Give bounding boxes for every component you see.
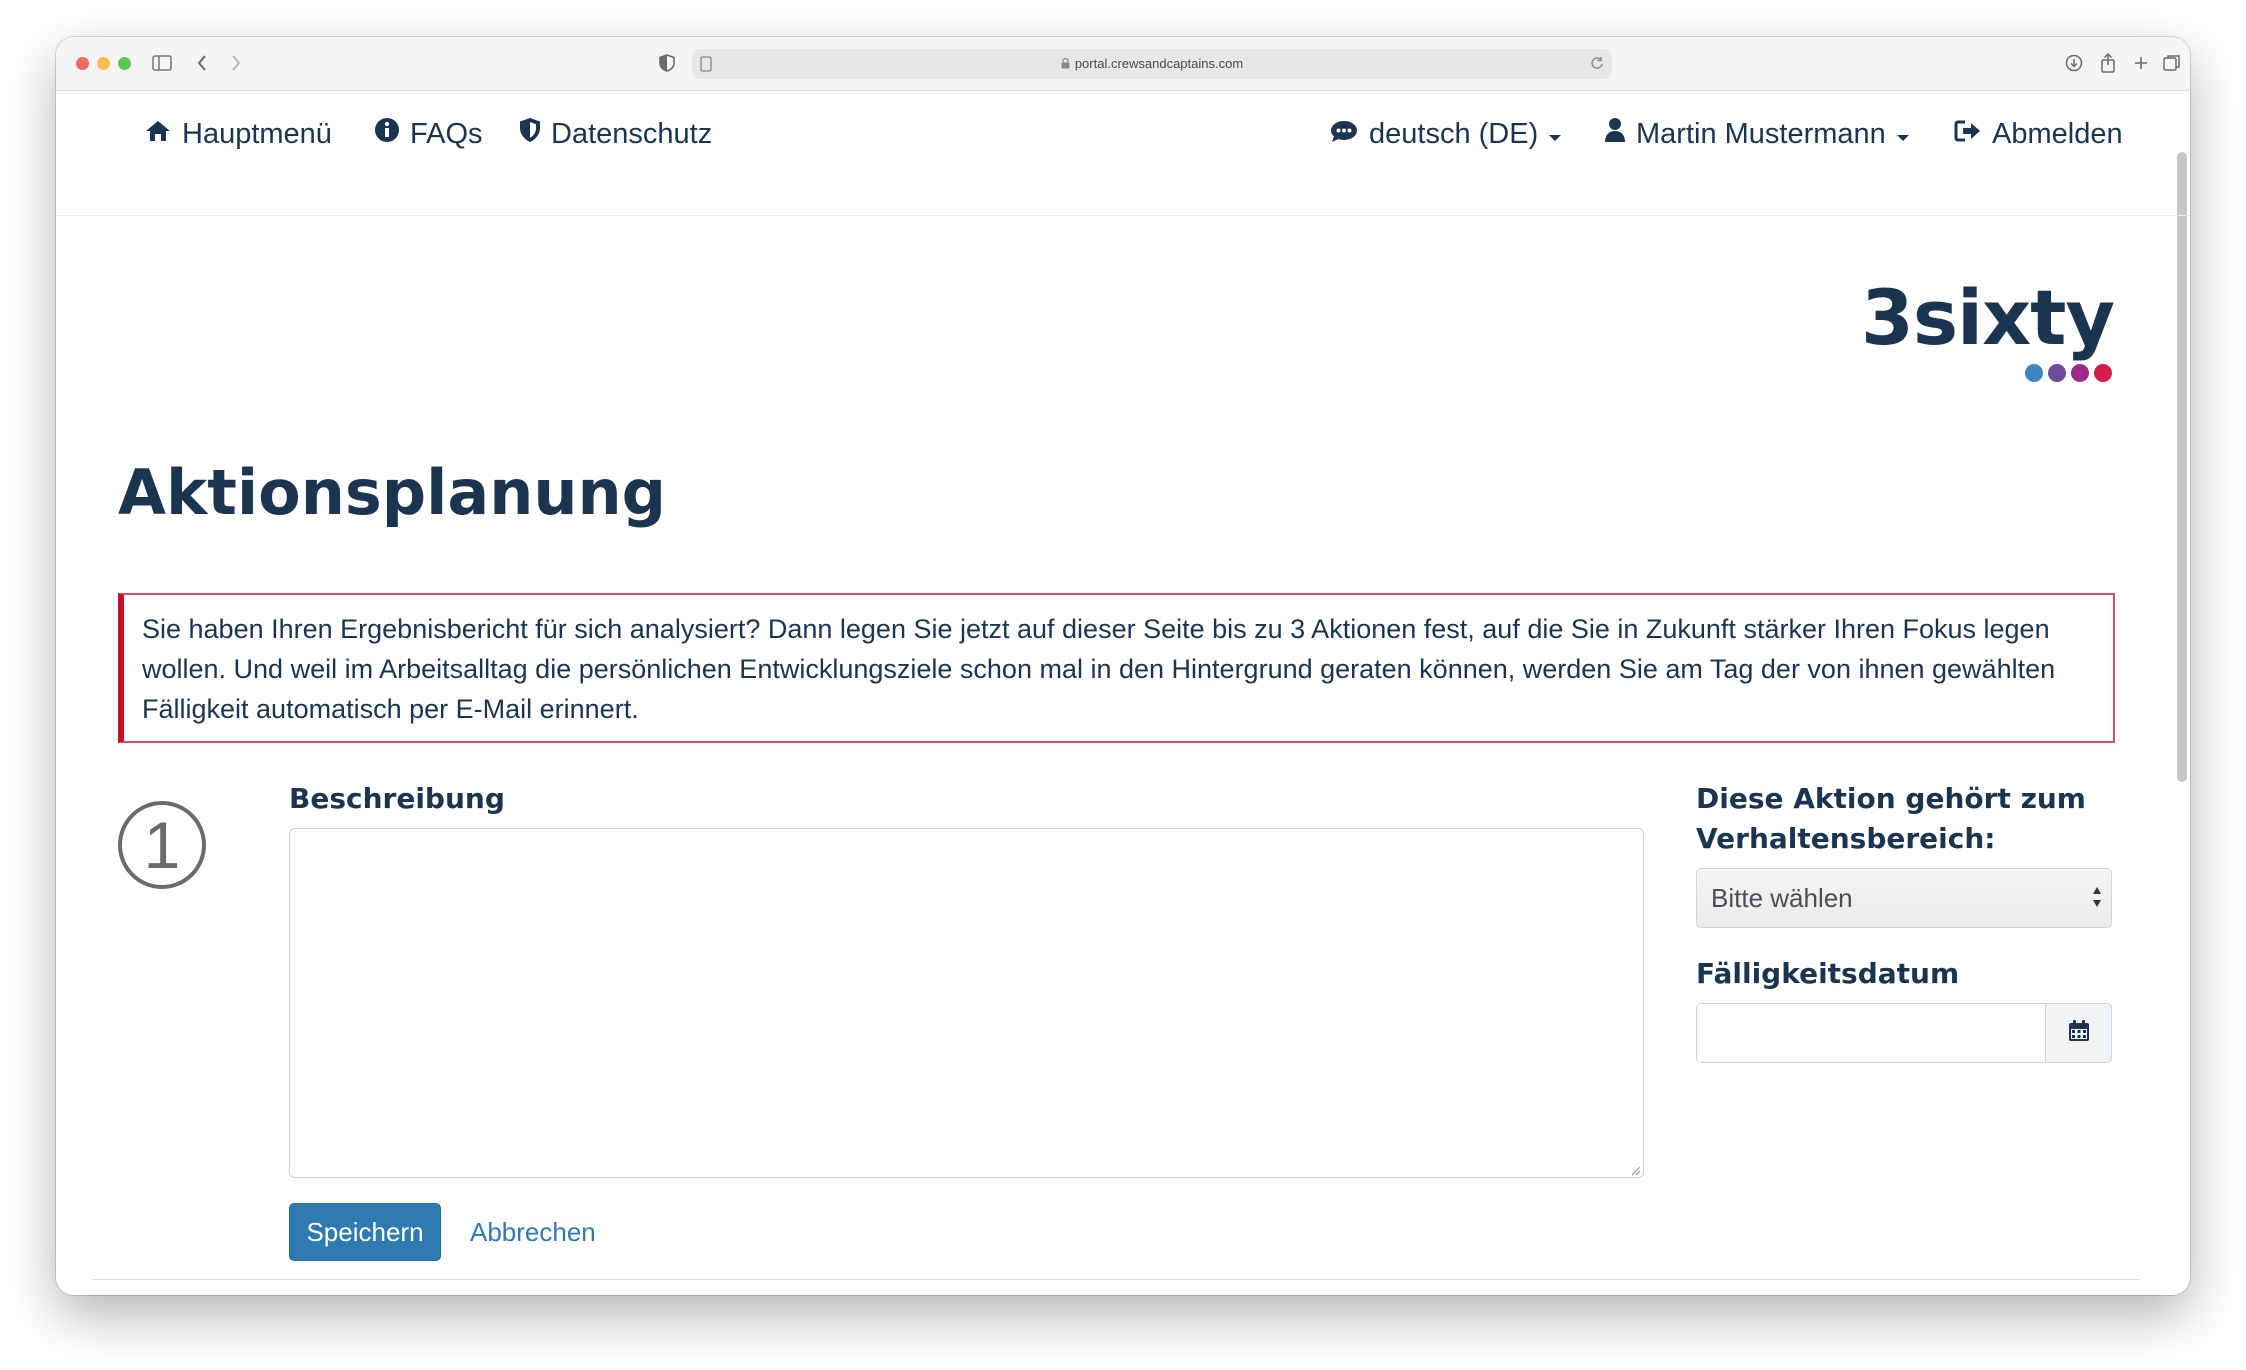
due-date-label: Fälligkeitsdatum — [1696, 957, 1960, 990]
save-button[interactable]: Speichern — [289, 1203, 441, 1261]
user-dropdown[interactable]: Martin Mustermann — [1604, 114, 1910, 154]
due-date-input[interactable] — [1696, 1003, 2046, 1063]
nav-divider — [56, 215, 2190, 216]
brand-logo: 3sixty — [1860, 273, 2115, 382]
nav-privacy-link[interactable]: Datenschutz — [519, 114, 712, 154]
logout-label: Abmelden — [1992, 117, 2123, 150]
page-content: Hauptmenü FAQs Datenschutz deutsch (DE) — [56, 92, 2190, 1295]
language-dropdown[interactable]: deutsch (DE) — [1329, 114, 1562, 154]
shield-icon — [519, 117, 541, 151]
page-title: Aktionsplanung — [118, 456, 667, 529]
language-label: deutsch (DE) — [1369, 117, 1539, 150]
home-icon — [144, 118, 172, 151]
logo-dot-red — [2094, 364, 2112, 382]
category-label: Diese Aktion gehört zum Verhaltensbereic… — [1696, 782, 2086, 855]
nav-home-link[interactable]: Hauptmenü — [144, 114, 332, 154]
caret-down-icon — [1548, 118, 1562, 151]
privacy-shield-icon[interactable] — [653, 49, 681, 77]
logo-dots — [1861, 364, 2114, 382]
cancel-link[interactable]: Abbrechen — [470, 1203, 596, 1261]
page-scrollbar[interactable] — [2177, 152, 2187, 782]
close-window-button[interactable] — [76, 57, 89, 70]
logo-text: 3sixty — [1860, 273, 2115, 362]
info-text: Sie haben Ihren Ergebnisbericht für sich… — [142, 614, 2056, 724]
calendar-icon — [2067, 1019, 2091, 1048]
minimize-window-button[interactable] — [97, 57, 110, 70]
logout-link[interactable]: Abmelden — [1954, 114, 2123, 154]
reload-icon[interactable] — [1590, 56, 1604, 75]
info-alert: Sie haben Ihren Ergebnisbericht für sich… — [118, 593, 2115, 743]
browser-window: portal.crewsandcaptains.com Hauptmenü FA… — [56, 37, 2190, 1295]
url-text: portal.crewsandcaptains.com — [1074, 56, 1244, 71]
description-textarea[interactable] — [289, 828, 1644, 1178]
back-icon[interactable] — [188, 49, 216, 77]
logo-dot-blue — [2025, 364, 2043, 382]
forward-icon[interactable] — [222, 49, 250, 77]
caret-down-icon — [1896, 118, 1910, 151]
info-circle-icon — [374, 117, 400, 151]
tab-overview-icon[interactable] — [2158, 49, 2186, 77]
comments-icon — [1329, 118, 1359, 151]
download-icon[interactable] — [2060, 49, 2088, 77]
nav-privacy-label: Datenschutz — [551, 117, 713, 150]
user-name: Martin Mustermann — [1636, 117, 1886, 150]
zoom-window-button[interactable] — [118, 57, 131, 70]
nav-home-label: Hauptmenü — [182, 117, 332, 150]
sidebar-toggle-icon[interactable] — [148, 49, 176, 77]
browser-toolbar: portal.crewsandcaptains.com — [56, 37, 2190, 91]
category-select[interactable]: Bitte wählen — [1696, 868, 2112, 928]
nav-faqs-link[interactable]: FAQs — [374, 114, 483, 154]
section-divider — [92, 1279, 2140, 1280]
address-bar[interactable]: portal.crewsandcaptains.com — [692, 49, 1612, 79]
select-arrows-icon — [2091, 883, 2103, 911]
resize-grip-icon[interactable] — [1629, 1163, 1641, 1181]
logo-dot-purple — [2048, 364, 2066, 382]
share-icon[interactable] — [2094, 49, 2122, 77]
user-icon — [1604, 117, 1626, 151]
category-selected-value: Bitte wählen — [1711, 882, 1853, 913]
action-number-circle: 1 — [118, 801, 206, 889]
logo-dot-magenta — [2071, 364, 2089, 382]
description-label: Beschreibung — [289, 782, 505, 815]
nav-faqs-label: FAQs — [410, 117, 483, 150]
action-number: 1 — [143, 808, 181, 882]
calendar-button[interactable] — [2045, 1003, 2112, 1063]
sign-out-icon — [1954, 118, 1982, 151]
lock-icon — [1061, 57, 1070, 72]
new-tab-icon[interactable] — [2127, 49, 2155, 77]
